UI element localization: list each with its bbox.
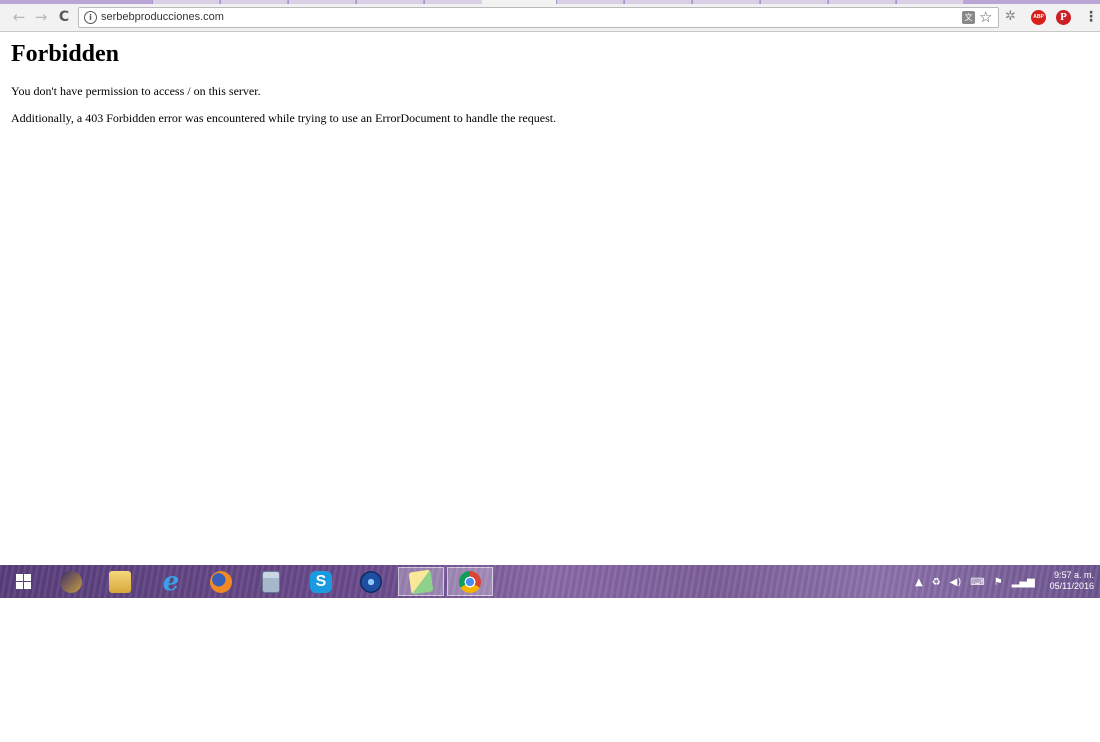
itunes-icon xyxy=(60,570,82,593)
skype-button[interactable]: S xyxy=(298,567,344,596)
clock[interactable]: 9:57 a. m. 05/11/2016 xyxy=(1032,570,1094,592)
volume-icon[interactable]: ◀) xyxy=(950,577,962,588)
address-bar[interactable]: i serbebproducciones.com 文 ☆ xyxy=(78,7,999,28)
sticky-notes-icon xyxy=(408,569,434,594)
bookmark-star-icon[interactable]: ☆ xyxy=(979,8,992,26)
internet-explorer-button[interactable]: e xyxy=(148,567,194,596)
taskbar: e S ▲ ♻ ◀) ⌨ ⚑ ▂▄▆ 9:57 a. m. 05/11/2016 xyxy=(0,565,1100,598)
language-input-icon[interactable]: ⌨ xyxy=(970,577,984,588)
firefox-button[interactable] xyxy=(198,567,244,596)
chrome-icon xyxy=(459,570,481,593)
clock-date: 05/11/2016 xyxy=(1049,581,1094,591)
file-explorer-button[interactable] xyxy=(97,567,143,596)
sticky-notes-button[interactable] xyxy=(398,567,444,596)
url-text[interactable]: serbebproducciones.com xyxy=(101,11,224,23)
folder-icon xyxy=(109,570,131,593)
network-share-icon[interactable]: ♻ xyxy=(932,577,941,588)
menu-kebab-icon[interactable]: ⋮ xyxy=(1084,9,1098,25)
error-message: You don't have permission to access / on… xyxy=(11,84,261,98)
windows-logo-icon xyxy=(15,574,31,589)
globe-icon xyxy=(360,570,382,593)
internet-explorer-icon: e xyxy=(162,566,180,597)
info-icon[interactable]: i xyxy=(84,11,97,24)
start-button[interactable] xyxy=(0,567,46,596)
pinterest-icon[interactable]: P xyxy=(1056,10,1071,25)
calculator-button[interactable] xyxy=(248,567,294,596)
show-hidden-icons-icon[interactable]: ▲ xyxy=(915,577,923,588)
extension-bug-icon[interactable]: ✲ xyxy=(1005,9,1020,24)
action-center-flag-icon[interactable]: ⚑ xyxy=(994,577,1003,588)
error-detail: Additionally, a 403 Forbidden error was … xyxy=(11,111,557,125)
skype-icon: S xyxy=(310,570,332,593)
firefox-icon xyxy=(210,570,232,593)
page-title: Forbidden xyxy=(11,41,120,67)
adblock-plus-icon[interactable]: ABP xyxy=(1031,10,1046,25)
translate-icon[interactable]: 文 xyxy=(962,11,975,24)
calculator-icon xyxy=(262,570,280,593)
system-tray: ▲ ♻ ◀) ⌨ ⚑ ▂▄▆ xyxy=(915,573,1035,591)
browser-toolbar: ← → C i serbebproducciones.com 文 ☆ ✲ ABP… xyxy=(0,4,1100,32)
page-content: Forbidden You don't have permission to a… xyxy=(11,40,1091,138)
reload-icon[interactable]: C xyxy=(55,8,73,26)
chrome-button[interactable] xyxy=(447,567,493,596)
back-arrow-icon[interactable]: ← xyxy=(10,8,28,26)
forward-arrow-icon[interactable]: → xyxy=(32,8,50,26)
itunes-button[interactable] xyxy=(48,567,94,596)
clock-time: 9:57 a. m. xyxy=(1053,570,1094,580)
network-app-button[interactable] xyxy=(348,567,394,596)
